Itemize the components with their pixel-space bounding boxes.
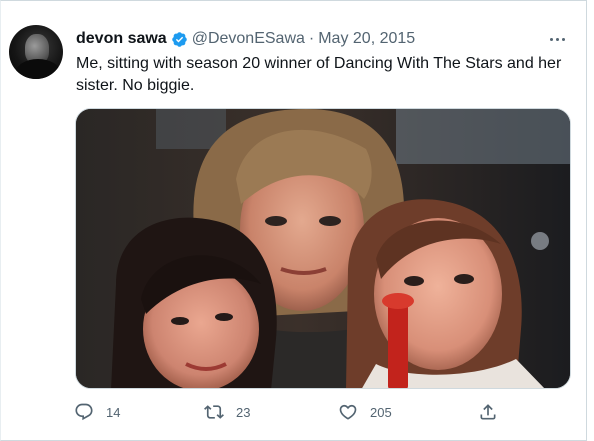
share-icon	[480, 404, 496, 420]
reply-count: 14	[106, 404, 121, 420]
tweet-header: devon sawa @DevonESawa · May 20, 2015	[76, 29, 415, 49]
retweet-icon	[204, 405, 224, 419]
like-button[interactable]: 205	[338, 401, 392, 423]
photo-boy-eye-left	[265, 216, 287, 226]
author-name[interactable]: devon sawa	[76, 30, 167, 48]
more-dots-icon[interactable]	[544, 29, 570, 49]
tweet-photo[interactable]	[75, 108, 571, 389]
retweet-button[interactable]: 23	[204, 401, 250, 423]
verified-badge-icon	[171, 31, 188, 48]
scroll-edge	[586, 0, 594, 441]
photo-red-straw	[388, 299, 408, 388]
tweet-text: Me, sitting with season 20 winner of Dan…	[76, 55, 562, 94]
photo-red-straw-top	[382, 293, 414, 309]
avatar[interactable]	[9, 25, 63, 79]
avatar-body	[15, 59, 61, 79]
photo-window-light	[396, 109, 570, 164]
separator-dot: ·	[308, 30, 315, 47]
reply-button[interactable]: 14	[74, 401, 120, 423]
share-button[interactable]	[478, 401, 498, 423]
photo-right-girl-eye-left	[404, 276, 424, 286]
photo-left-girl-eye-right	[215, 313, 233, 321]
author-handle[interactable]: @DevonESawa	[192, 30, 305, 48]
retweet-count: 23	[236, 404, 251, 420]
photo-light-flare	[531, 232, 549, 250]
photo-boy-eye-right	[319, 216, 341, 226]
heart-icon	[339, 404, 357, 420]
reply-icon	[75, 403, 93, 421]
tweet-date[interactable]: May 20, 2015	[318, 30, 415, 48]
like-count: 205	[370, 404, 392, 420]
photo-left-girl-eye-left	[171, 317, 189, 325]
tweet-actions: 14 23 205	[74, 401, 514, 423]
photo-right-girl-eye-right	[454, 274, 474, 284]
